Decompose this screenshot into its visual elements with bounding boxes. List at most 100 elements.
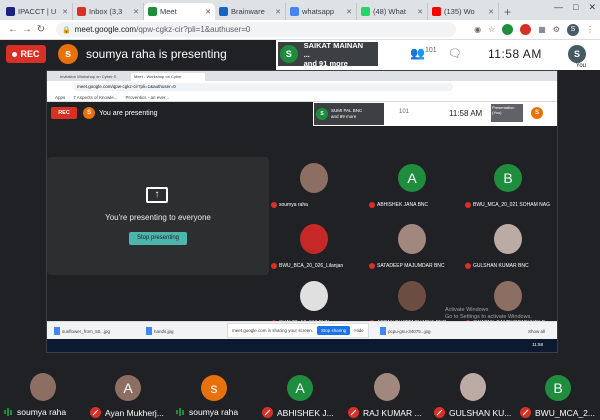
participant-tile: B BWU_MCA_20_021 SOHAM NAG [463, 153, 553, 213]
browser-tab[interactable]: Meet ✕ [144, 3, 215, 20]
browser-tab[interactable]: Inbox (3,3 ✕ [73, 3, 144, 20]
tab-close-icon[interactable]: ✕ [62, 8, 68, 16]
mic-off-icon [465, 202, 471, 208]
extensions-puzzle-icon[interactable]: ⚙ [553, 25, 560, 34]
participant-photo [398, 281, 426, 311]
participant-photo [460, 373, 486, 401]
mic-off-icon [271, 263, 277, 269]
shared-participant-summary: S SUMI PAL BNC and 89 more [314, 103, 384, 125]
browser-tab[interactable]: (135) Wo ✕ [428, 3, 499, 20]
back-icon[interactable]: ← [6, 24, 20, 35]
minimize-icon[interactable]: — [554, 2, 563, 13]
filmstrip-tile[interactable]: soumya raha [0, 353, 86, 420]
mic-off-icon [90, 407, 101, 418]
mic-off-icon [271, 202, 277, 208]
close-icon[interactable]: ✕ [588, 2, 596, 13]
camera-blocked-icon[interactable]: ◉ [474, 25, 481, 34]
speaking-indicator-icon [176, 408, 185, 417]
participant-tile: SATADEEP MAJUMDAR BNC [367, 214, 457, 274]
participant-name: ABHISHEK JANA BNC [377, 202, 429, 208]
shared-screen: Invitation Workshop on Cyber S Meet - Wo… [46, 70, 558, 353]
shared-people-count: 101 [399, 109, 410, 115]
viewer-name: SAIKAT MAINAN ... [303, 40, 364, 59]
tab-favicon-icon [361, 7, 370, 16]
shared-tab: Invitation Workshop on Cyber S [60, 74, 117, 79]
browser-tab-bar: IPACCT | U ✕ Inbox (3,3 ✕ Meet ✕ Brainware ✕ wha… [0, 0, 600, 20]
shared-presentation-thumb: Presentation (You) [491, 104, 523, 122]
participant-photo [300, 224, 328, 254]
participant-avatar: A [287, 375, 313, 401]
maximize-icon[interactable]: □ [573, 2, 578, 13]
share-text: meet.google.com is sharing your screen. [232, 328, 314, 333]
shared-viewer-more: and 89 more [331, 114, 357, 119]
download-item: hands.jpg [143, 325, 177, 337]
tab-title: IPACCT | U [18, 7, 57, 16]
filmstrip-tile[interactable]: RAJ KUMAR ... [344, 353, 430, 420]
forward-icon[interactable]: → [20, 24, 34, 35]
participant-avatar: B [494, 164, 522, 192]
participant-tile: soumya raha [269, 153, 359, 213]
filmstrip-tile[interactable]: B BWU_MCA_2... [516, 353, 600, 420]
browser-tab[interactable]: Brainware ✕ [215, 3, 286, 20]
shared-presenter-avatar: S [83, 107, 95, 119]
filmstrip-tile[interactable]: s soumya raha [172, 353, 258, 420]
star-icon[interactable]: ☆ [488, 25, 495, 34]
record-dot-icon [12, 51, 18, 57]
shared-recording-badge: REC [51, 107, 77, 119]
tab-title: Inbox (3,3 [89, 7, 123, 16]
tab-title: Brainware [231, 7, 265, 16]
browser-tab[interactable]: IPACCT | U ✕ [2, 3, 73, 20]
grammarly-extension-icon[interactable] [502, 24, 514, 35]
participant-name: GULSHAN KUMAR BNC [473, 263, 529, 269]
presenter-banner: s soumya raha is presenting [58, 44, 227, 64]
profile-avatar[interactable]: S [567, 23, 579, 36]
file-icon [380, 327, 386, 335]
extension-red-icon[interactable] [520, 24, 532, 35]
shared-bookmarks-bar: Apps 7 Aspects of Knowle... Proventics -… [47, 93, 557, 102]
participant-name: soumya raha [17, 407, 67, 417]
chat-icon[interactable]: 🗨 [448, 47, 462, 60]
presenting-card: ↑ You're presenting to everyone Stop pre… [47, 157, 269, 275]
participant-name: GULSHAN KU... [449, 407, 512, 418]
participant-tile: A ABHISHEK JANA BNC [367, 153, 457, 213]
self-avatar: S [568, 45, 586, 63]
shared-tab-bar: Invitation Workshop on Cyber S Meet - Wo… [47, 71, 557, 81]
meeting-clock: 11:58 AM [488, 47, 542, 61]
browser-tab[interactable]: (48) What ✕ [357, 3, 428, 20]
participant-photo [300, 163, 328, 193]
tab-close-icon[interactable]: ✕ [205, 8, 211, 16]
participant-name: ABHISHEK J... [277, 407, 334, 418]
shared-presenter-banner: S You are presenting [83, 107, 158, 119]
viewer-avatar: S [280, 45, 298, 63]
filmstrip-tile[interactable]: A ABHISHEK J... [258, 353, 344, 420]
tab-close-icon[interactable]: ✕ [488, 8, 494, 16]
filmstrip-tile[interactable]: GULSHAN KU... [430, 353, 516, 420]
participant-name: soumya raha [279, 202, 308, 208]
presenting-text: You're presenting to everyone [105, 213, 211, 222]
tab-close-icon[interactable]: ✕ [346, 8, 352, 16]
download-item: sunflower_from_50...jpg [51, 325, 113, 337]
tab-search-icon[interactable]: ▦ [538, 25, 546, 34]
participant-avatar: A [115, 375, 141, 401]
recording-label: REC [20, 49, 40, 59]
windows-taskbar: 11:58 [47, 339, 557, 352]
filmstrip-tile[interactable]: A Ayan Mukherj... [86, 353, 172, 420]
tab-close-icon[interactable]: ✕ [133, 8, 139, 16]
tab-favicon-icon [6, 7, 15, 16]
address-bar[interactable]: 🔒 meet.google.com/qpw-cgkz-cir?pli=1&aut… [56, 22, 456, 37]
reload-icon[interactable]: ↻ [34, 24, 48, 35]
browser-tab[interactable]: whatsapp ✕ [286, 3, 357, 20]
shared-tab-active: Meet - Workshop on Cyber [131, 73, 205, 81]
participant-summary[interactable]: S SAIKAT MAINAN ... and 91 more [278, 40, 378, 68]
tab-close-icon[interactable]: ✕ [417, 8, 423, 16]
tab-close-icon[interactable]: ✕ [275, 8, 281, 16]
recording-badge: REC [6, 45, 46, 63]
stop-presenting-button[interactable]: Stop presenting [129, 232, 187, 245]
people-count: 101 [424, 47, 437, 54]
activate-windows-watermark: Activate Windows Go to Settings to activ… [445, 307, 532, 321]
new-tab-icon[interactable]: + [504, 4, 511, 20]
menu-kebab-icon[interactable]: ⋮ [586, 25, 594, 34]
people-button[interactable]: 👥101 [410, 46, 437, 60]
participant-avatar: s [201, 375, 227, 401]
download-name: pcpu-gnu-34075...jpg [388, 328, 431, 334]
